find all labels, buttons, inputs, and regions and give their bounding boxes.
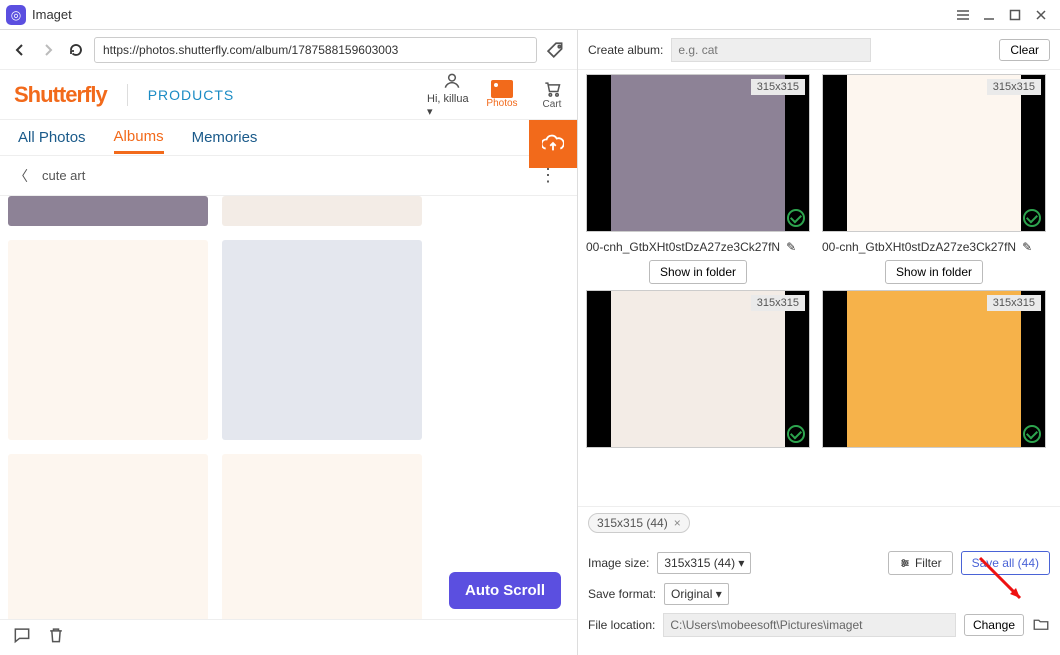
gallery-thumbnail[interactable]	[222, 454, 422, 619]
nav-back-button[interactable]	[10, 40, 30, 60]
downloader-pane: Create album: Clear 315x315 00-cnh_GtbXH…	[578, 30, 1060, 655]
filename-text: 00-cnh_GtbXHt0stDzA27ze3Ck27fN	[586, 240, 780, 254]
size-filter-chip[interactable]: 315x315 (44) ×	[588, 513, 690, 533]
left-bottom-bar	[0, 619, 577, 655]
result-card: 315x315 00-cnh_GtbXHt0stDzA27ze3Ck27fN ✎…	[822, 74, 1046, 284]
trash-icon[interactable]	[46, 625, 66, 650]
nav-forward-button[interactable]	[38, 40, 58, 60]
edit-filename-icon[interactable]: ✎	[786, 240, 796, 254]
cart-label: Cart	[543, 99, 562, 110]
price-tag-icon[interactable]	[545, 39, 567, 61]
address-bar-row	[0, 30, 577, 70]
size-badge: 315x315	[751, 295, 805, 311]
edit-filename-icon[interactable]: ✎	[1022, 240, 1032, 254]
save-format-select[interactable]: Original ▾	[664, 583, 729, 605]
tab-all-photos[interactable]: All Photos	[18, 123, 86, 152]
more-options-icon[interactable]: ⋮	[539, 165, 557, 186]
user-icon	[442, 71, 462, 91]
check-icon	[787, 209, 805, 227]
result-card: 315x315 00-cnh_GtbXHt0stDzA27ze3Ck27fN ✎…	[586, 74, 810, 284]
hamburger-menu-icon[interactable]	[950, 4, 976, 26]
save-all-button[interactable]: Save all (44)	[961, 551, 1050, 575]
result-card: 315x315	[822, 290, 1046, 448]
cart-icon	[542, 79, 562, 99]
shutterfly-logo[interactable]: Shutterfly	[14, 82, 107, 108]
clear-button[interactable]: Clear	[999, 39, 1050, 61]
photo-tabs: All Photos Albums Memories	[0, 120, 577, 156]
photos-column[interactable]: Photos	[477, 80, 527, 109]
size-badge: 315x315	[751, 79, 805, 95]
gallery-thumbnail[interactable]	[8, 240, 208, 440]
result-thumbnail[interactable]: 315x315	[822, 74, 1046, 232]
gallery-thumbnail[interactable]	[222, 196, 422, 226]
breadcrumb-label: cute art	[42, 168, 85, 183]
auto-scroll-button[interactable]: Auto Scroll	[449, 572, 561, 609]
site-header: Shutterfly PRODUCTS Hi, killua ▾ Photos …	[0, 70, 577, 120]
filter-button[interactable]: Filter	[888, 551, 953, 575]
nav-reload-button[interactable]	[66, 40, 86, 60]
filename-text: 00-cnh_GtbXHt0stDzA27ze3Ck27fN	[822, 240, 1016, 254]
image-size-label: Image size:	[588, 556, 649, 570]
browser-pane: Shutterfly PRODUCTS Hi, killua ▾ Photos …	[0, 30, 578, 655]
greeting-text: Hi, killua ▾	[427, 93, 477, 118]
cart-column[interactable]: Cart	[527, 79, 577, 110]
show-in-folder-button[interactable]: Show in folder	[885, 260, 983, 284]
chat-icon[interactable]	[12, 625, 32, 650]
window-titlebar: ◎ Imaget	[0, 0, 1060, 30]
change-location-button[interactable]: Change	[964, 614, 1024, 636]
right-controls: 315x315 (44) × Image size: 315x315 (44) …	[578, 506, 1060, 655]
save-format-label: Save format:	[588, 587, 656, 601]
url-input[interactable]	[94, 37, 537, 63]
album-gallery: Auto Scroll	[0, 196, 577, 619]
photos-label: Photos	[486, 98, 517, 109]
photos-icon	[491, 80, 513, 98]
result-thumbnail[interactable]: 315x315	[586, 74, 810, 232]
app-icon: ◎	[6, 5, 26, 25]
file-location-input[interactable]	[663, 613, 956, 637]
result-thumbnail[interactable]: 315x315	[586, 290, 810, 448]
account-column[interactable]: Hi, killua ▾	[427, 71, 477, 118]
size-badge: 315x315	[987, 79, 1041, 95]
window-close-button[interactable]	[1028, 4, 1054, 26]
products-link[interactable]: PRODUCTS	[148, 87, 235, 103]
gallery-thumbnail[interactable]	[8, 454, 208, 619]
result-card: 315x315	[586, 290, 810, 448]
result-thumbnail[interactable]: 315x315	[822, 290, 1046, 448]
check-icon	[787, 425, 805, 443]
create-album-row: Create album: Clear	[578, 30, 1060, 70]
tab-albums[interactable]: Albums	[114, 122, 164, 154]
window-minimize-button[interactable]	[976, 4, 1002, 26]
size-badge: 315x315	[987, 295, 1041, 311]
gallery-thumbnail[interactable]	[8, 196, 208, 226]
breadcrumb-back-icon[interactable]: 〈	[14, 166, 28, 186]
sliders-icon	[899, 557, 911, 569]
open-folder-icon[interactable]	[1032, 615, 1050, 636]
results-grid: 315x315 00-cnh_GtbXHt0stDzA27ze3Ck27fN ✎…	[578, 70, 1060, 506]
filter-label: Filter	[915, 556, 942, 570]
gallery-thumbnail[interactable]	[222, 240, 422, 440]
check-icon	[1023, 425, 1041, 443]
image-size-select[interactable]: 315x315 (44) ▾	[657, 552, 751, 574]
divider	[127, 84, 128, 106]
app-title: Imaget	[32, 7, 950, 22]
check-icon	[1023, 209, 1041, 227]
create-album-label: Create album:	[588, 43, 663, 57]
chip-remove-icon[interactable]: ×	[674, 516, 681, 530]
create-album-input[interactable]	[671, 38, 871, 62]
tab-memories[interactable]: Memories	[192, 123, 258, 152]
breadcrumb: 〈 cute art ⋮	[0, 156, 577, 196]
chip-label: 315x315 (44)	[597, 516, 668, 530]
window-maximize-button[interactable]	[1002, 4, 1028, 26]
show-in-folder-button[interactable]: Show in folder	[649, 260, 747, 284]
file-location-label: File location:	[588, 618, 655, 632]
